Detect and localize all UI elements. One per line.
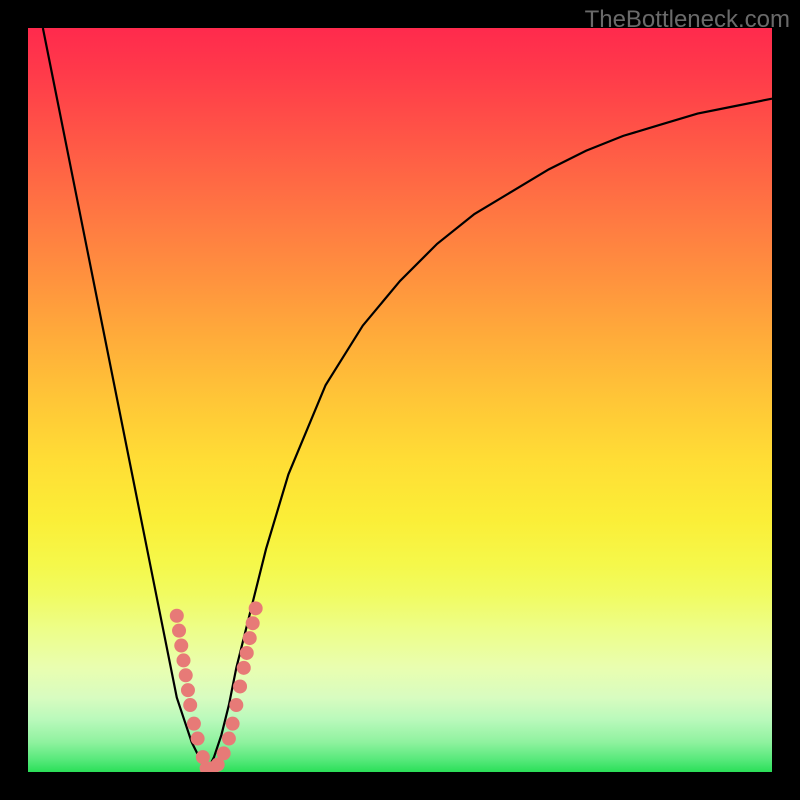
chart-frame: TheBottleneck.com (0, 0, 800, 800)
data-markers (170, 601, 263, 772)
data-marker (181, 683, 195, 697)
data-marker (240, 646, 254, 660)
data-marker (170, 609, 184, 623)
data-marker (246, 616, 260, 630)
data-marker (233, 679, 247, 693)
data-marker (226, 717, 240, 731)
data-marker (191, 732, 205, 746)
data-marker (174, 639, 188, 653)
data-marker (177, 653, 191, 667)
curve-right-branch (207, 99, 772, 772)
data-marker (249, 601, 263, 615)
data-marker (237, 661, 251, 675)
data-marker (229, 698, 243, 712)
data-marker (222, 732, 236, 746)
data-marker (179, 668, 193, 682)
data-marker (187, 717, 201, 731)
data-marker (217, 746, 231, 760)
curve-layer (28, 28, 772, 772)
data-marker (183, 698, 197, 712)
plot-area (28, 28, 772, 772)
data-marker (172, 624, 186, 638)
data-marker (243, 631, 257, 645)
